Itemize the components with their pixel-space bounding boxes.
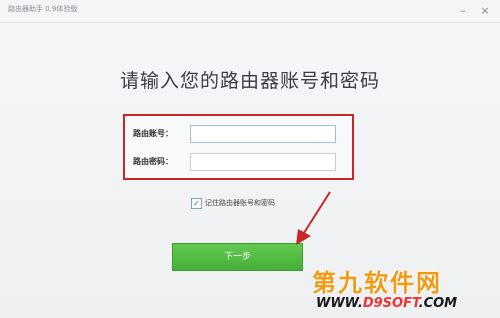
remember-label[interactable]: 记住路由器账号和密码 [205, 198, 275, 208]
close-icon[interactable]: × [478, 5, 492, 17]
remember-checkbox[interactable]: ✓ [191, 198, 202, 209]
minimize-icon[interactable]: – [456, 5, 470, 17]
watermark-url-domain: D9SOFT [362, 296, 419, 311]
page-heading: 请输入您的路由器账号和密码 [119, 70, 380, 92]
title-bar: 路由器助手 0.9体验版 – × [0, 0, 500, 23]
account-input[interactable] [190, 125, 336, 143]
credentials-box: 路由账号： 路由密码： [123, 114, 354, 180]
watermark: 第九软件网 WWW.D9SOFT.COM [310, 263, 500, 318]
watermark-url: WWW.D9SOFT.COM [316, 296, 457, 311]
arrow-shaft [301, 191, 331, 237]
password-label: 路由密码： [133, 157, 173, 166]
password-row: 路由密码： [125, 153, 356, 173]
next-button[interactable]: 下一步 [172, 243, 303, 271]
watermark-title: 第九软件网 [312, 269, 442, 297]
watermark-url-suffix: .COM [418, 296, 458, 311]
account-row: 路由账号： [125, 125, 356, 145]
account-label: 路由账号： [133, 129, 173, 138]
password-input[interactable] [190, 153, 336, 171]
window-title: 路由器助手 0.9体验版 [8, 5, 78, 13]
watermark-url-prefix: WWW. [316, 296, 363, 311]
